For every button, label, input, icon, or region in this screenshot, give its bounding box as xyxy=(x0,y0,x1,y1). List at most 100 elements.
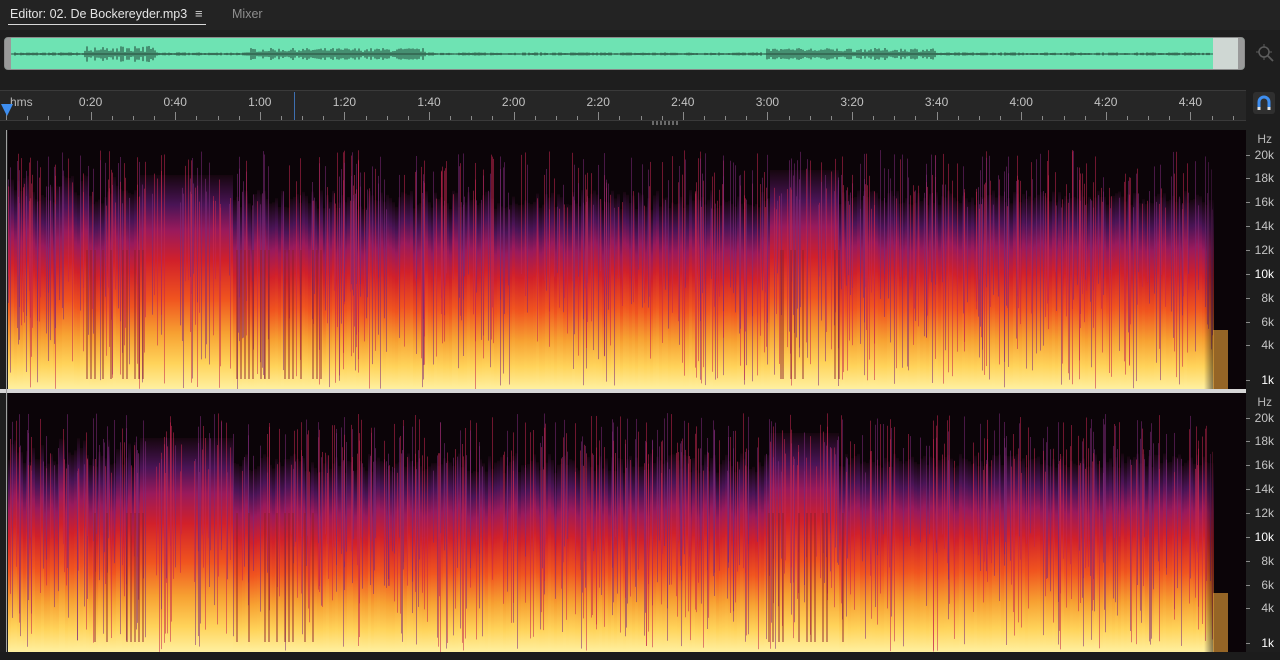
ruler-tick-label: 1:00 xyxy=(248,95,272,109)
ruler-tick xyxy=(619,116,621,120)
ruler-tick-label: 4:20 xyxy=(1094,95,1118,109)
channel-divider[interactable] xyxy=(0,389,1246,393)
ruler-tick xyxy=(1190,112,1192,120)
ruler-tick xyxy=(725,116,727,120)
time-ruler[interactable]: hms 0:20 0:40 1:00 1:20 1:40 2:00 2:20 2:40 3:00… xyxy=(0,90,1246,121)
magnet-icon xyxy=(1257,95,1271,110)
hz-unit-label: Hz xyxy=(1257,395,1272,409)
ruler-tick xyxy=(1042,116,1044,120)
hz-tick xyxy=(1246,345,1250,346)
cursor-position-line xyxy=(294,92,295,120)
ruler-tick xyxy=(450,116,452,120)
hz-tick-label: 18k xyxy=(1254,434,1274,448)
hz-tick-label: 12k xyxy=(1254,243,1274,257)
hz-tick-label: 14k xyxy=(1254,219,1274,233)
ruler-tick xyxy=(852,112,853,120)
hz-tick-label: 18k xyxy=(1254,171,1274,185)
ruler-tick xyxy=(90,112,92,120)
hz-tick-label: 16k xyxy=(1254,195,1274,209)
ruler-tick xyxy=(196,116,198,120)
ruler-tick-label: 2:20 xyxy=(586,95,610,109)
ruler-tick xyxy=(703,116,705,120)
ruler-tick xyxy=(1105,112,1107,120)
ruler-tick-label: 2:40 xyxy=(671,95,695,109)
ruler-tick xyxy=(873,116,875,120)
hz-tick-label: 1k xyxy=(1261,636,1274,650)
playhead-marker[interactable] xyxy=(1,104,13,116)
frequency-scale-left[interactable]: Hz 20k 18k 16k 14k 12k 10k 8k 6k 4k 1k xyxy=(1246,130,1280,389)
ruler-tick-label: 4:00 xyxy=(1009,95,1033,109)
hz-tick xyxy=(1246,155,1250,156)
hz-tick-label: 20k xyxy=(1254,411,1274,425)
ruler-tick xyxy=(767,112,769,120)
hz-tick-label: 1k xyxy=(1261,373,1274,387)
hz-tick xyxy=(1246,643,1250,644)
hz-tick xyxy=(1246,585,1250,586)
ruler-tick xyxy=(534,116,536,120)
waveform-overview[interactable] xyxy=(4,37,1245,70)
spectrogram-right-channel[interactable] xyxy=(8,393,1246,652)
hz-tick xyxy=(1246,441,1250,442)
ruler-tick xyxy=(259,112,261,120)
hz-tick-label: 8k xyxy=(1261,291,1274,305)
tab-mixer[interactable]: Mixer xyxy=(232,6,263,22)
hz-tick xyxy=(1246,561,1250,562)
ruler-tick xyxy=(577,116,579,120)
hz-tick-label: 10k xyxy=(1254,267,1274,281)
ruler-tick xyxy=(1000,116,1002,120)
ruler-tick xyxy=(661,116,663,120)
ruler-tick-label: 3:40 xyxy=(924,95,949,109)
spectrogram-left-channel[interactable] xyxy=(8,130,1246,389)
hz-tick xyxy=(1246,380,1250,381)
ruler-tick xyxy=(978,116,980,120)
ruler-tick xyxy=(957,116,959,120)
hz-tick-label: 16k xyxy=(1254,458,1274,472)
ruler-tick xyxy=(788,116,790,120)
ruler-tick xyxy=(27,116,29,120)
spectrogram-right-image xyxy=(8,393,1246,652)
ruler-tick-label: 1:20 xyxy=(332,95,357,109)
ruler-tick xyxy=(132,116,134,120)
tab-editor[interactable]: Editor: 02. De Bockereyder.mp3 xyxy=(10,6,187,22)
timeline-start-line xyxy=(6,130,7,652)
ruler-tick xyxy=(471,116,473,120)
panel-menu-icon[interactable]: ≡ xyxy=(195,6,203,22)
ruler-tick xyxy=(936,112,938,120)
ruler-tick xyxy=(640,116,642,120)
hz-tick-label: 4k xyxy=(1261,601,1274,615)
zoom-to-selection-icon[interactable] xyxy=(1256,44,1274,62)
ruler-tick xyxy=(1084,116,1086,120)
overview-handle-right[interactable] xyxy=(1238,38,1244,69)
ruler-tick xyxy=(407,116,409,120)
ruler-tick xyxy=(429,112,430,120)
overview-waveform xyxy=(11,46,1213,62)
ruler-tick-label: 2:00 xyxy=(501,95,526,109)
hz-tick xyxy=(1246,298,1250,299)
ruler-tick xyxy=(830,116,832,120)
ruler-tick-label: 3:00 xyxy=(755,95,780,109)
hz-tick-label: 4k xyxy=(1261,338,1274,352)
snap-button[interactable] xyxy=(1253,92,1275,114)
ruler-tick xyxy=(682,112,684,120)
ruler-tick xyxy=(555,116,557,120)
frequency-scale-right[interactable]: Hz 20k 18k 16k 14k 12k 10k 8k 6k 4k 1k xyxy=(1246,393,1280,652)
ruler-tick xyxy=(175,112,177,120)
hz-tick-label: 20k xyxy=(1254,148,1274,162)
resize-grip[interactable] xyxy=(652,121,680,125)
ruler-tick-label: 3:20 xyxy=(840,95,864,109)
overview-handle-left[interactable] xyxy=(5,38,11,69)
hz-tick-label: 8k xyxy=(1261,554,1274,568)
ruler-tick xyxy=(48,116,50,120)
ruler-tick-label: 0:20 xyxy=(78,95,103,109)
hz-tick-label: 10k xyxy=(1254,530,1274,544)
ruler-tick xyxy=(1211,116,1213,120)
ruler-tick xyxy=(154,116,156,120)
hz-tick-label: 6k xyxy=(1261,315,1274,329)
ruler-tick xyxy=(238,116,240,120)
active-tab-underline xyxy=(8,24,206,25)
hz-tick xyxy=(1246,608,1250,609)
ruler-tick xyxy=(323,116,325,120)
ruler-tick xyxy=(1232,116,1234,120)
ruler-tick xyxy=(111,116,113,120)
hz-tick xyxy=(1246,489,1250,490)
